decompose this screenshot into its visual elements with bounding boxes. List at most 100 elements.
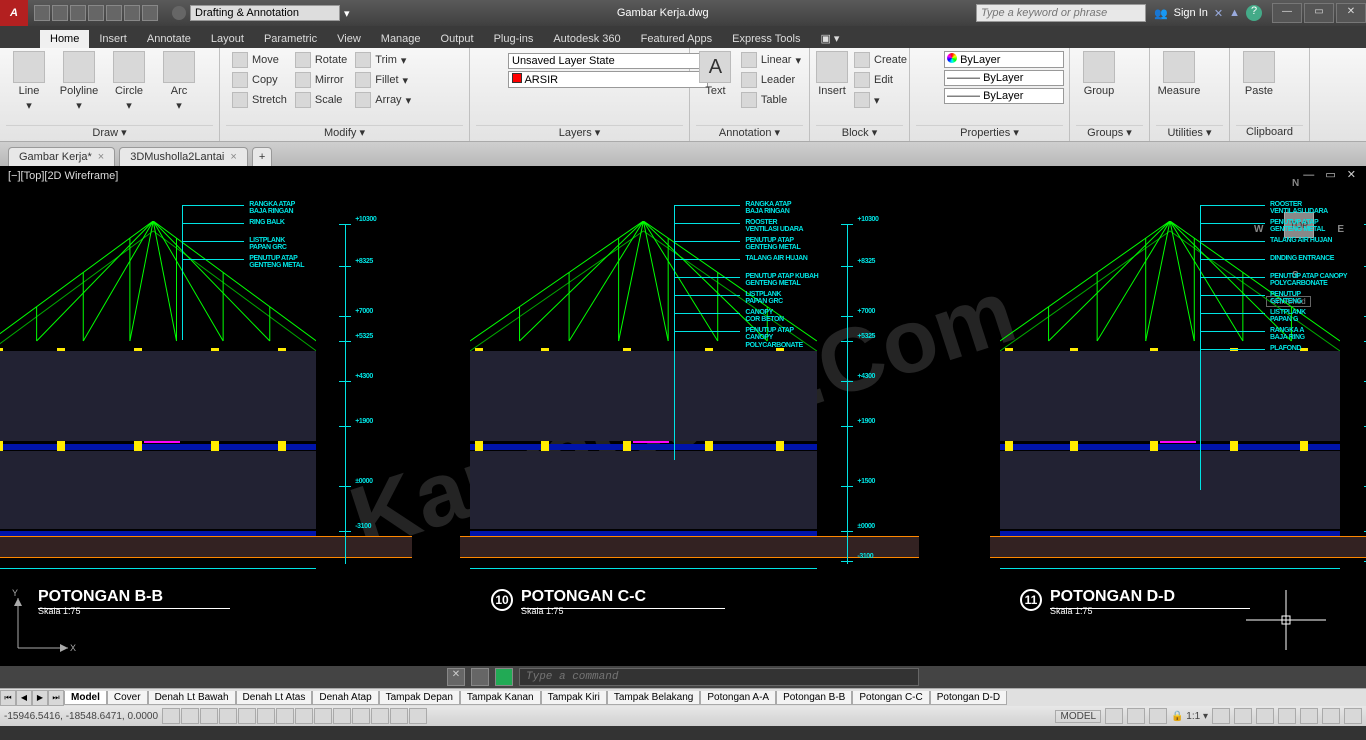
panel-annotation-label[interactable]: Annotation ▾ [696,125,803,141]
layout-potongan-c-c[interactable]: Potongan C-C [852,691,929,705]
circle-button[interactable]: Circle▾ [106,51,152,112]
group-button[interactable]: Group [1076,51,1122,97]
sr5-icon[interactable] [1234,708,1252,724]
sr6-icon[interactable] [1256,708,1274,724]
infocenter-search[interactable] [976,4,1146,22]
qat-redo-icon[interactable] [142,5,158,21]
panel-draw-label[interactable]: Draw ▾ [6,125,213,141]
qat-save-icon[interactable] [70,5,86,21]
linetype-select[interactable]: ——— ByLayer [944,88,1064,104]
snap-toggle[interactable] [162,708,180,724]
layout-model[interactable]: Model [64,691,107,705]
layout-first-button[interactable]: ⏮ [0,690,16,706]
layout-tampak-depan[interactable]: Tampak Depan [379,691,460,705]
layout-last-button[interactable]: ⏭ [48,690,64,706]
help-icon[interactable]: ? [1246,5,1262,21]
tab-plug-ins[interactable]: Plug-ins [484,30,544,48]
layout-tampak-kiri[interactable]: Tampak Kiri [541,691,607,705]
copy-button[interactable]: Copy [230,71,289,89]
layout-denah-atap[interactable]: Denah Atap [312,691,378,705]
qp-toggle[interactable] [371,708,389,724]
search-input[interactable] [976,4,1146,22]
viewport-controls[interactable]: [−][Top][2D Wireframe] [8,170,118,182]
measure-button[interactable]: Measure [1156,51,1202,97]
doctab-close-icon[interactable]: × [98,151,104,163]
qat-new-icon[interactable] [34,5,50,21]
layout-potongan-d-d[interactable]: Potongan D-D [930,691,1007,705]
lwt-toggle[interactable] [333,708,351,724]
layout-tampak-kanan[interactable]: Tampak Kanan [460,691,541,705]
command-input[interactable] [519,668,919,686]
trim-button[interactable]: Trim ▾ [353,51,413,69]
mirror-button[interactable]: Mirror [293,71,349,89]
color-select[interactable]: ByLayer [944,51,1064,68]
anno-scale[interactable]: 🔒 1:1 ▾ [1171,711,1208,722]
layout-prev-button[interactable]: ◀ [16,690,32,706]
space-label[interactable]: MODEL [1055,710,1101,723]
tab-output[interactable]: Output [431,30,484,48]
tab-express-tools[interactable]: Express Tools [722,30,810,48]
tab-annotate[interactable]: Annotate [137,30,201,48]
panel-groups-label[interactable]: Groups ▾ [1076,125,1143,141]
exchange-icon[interactable]: ✕ [1214,7,1223,20]
panel-block-label[interactable]: Block ▾ [816,125,903,141]
qat-undo-icon[interactable] [124,5,140,21]
layer-state-select[interactable]: Unsaved Layer State [508,53,708,69]
lineweight-select[interactable]: ——— ByLayer [944,70,1064,86]
tab-layout[interactable]: Layout [201,30,254,48]
drawing-viewport[interactable]: [−][Top][2D Wireframe] — ▭ ✕ N W E S TOP… [0,166,1366,666]
sr2-icon[interactable] [1127,708,1145,724]
tab-autodesk-360[interactable]: Autodesk 360 [543,30,630,48]
panel-modify-label[interactable]: Modify ▾ [226,125,463,141]
am-toggle[interactable] [409,708,427,724]
sr10-icon[interactable] [1344,708,1362,724]
stretch-button[interactable]: Stretch [230,91,289,109]
text-button[interactable]: AText [696,51,735,97]
layout-next-button[interactable]: ▶ [32,690,48,706]
doctab-close-icon[interactable]: × [230,151,236,163]
panel-clipboard-label[interactable]: Clipboard [1236,125,1303,141]
layout-denah-lt-atas[interactable]: Denah Lt Atas [236,691,313,705]
arc-button[interactable]: Arc▾ [156,51,202,112]
tab-featured-apps[interactable]: Featured Apps [631,30,723,48]
tab-insert[interactable]: Insert [89,30,137,48]
sr9-icon[interactable] [1322,708,1340,724]
maximize-button[interactable]: ▭ [1304,3,1334,23]
a360-icon[interactable]: ▲ [1229,7,1240,19]
scale-button[interactable]: Scale [293,91,349,109]
sr3-icon[interactable] [1149,708,1167,724]
tab-parametric[interactable]: Parametric [254,30,327,48]
grid-toggle[interactable] [181,708,199,724]
signin-area[interactable]: 👥 Sign In ✕ ▲ ? [1146,5,1270,21]
layout-tampak-belakang[interactable]: Tampak Belakang [607,691,701,705]
tab-view[interactable]: View [327,30,371,48]
doctab-new[interactable]: + [252,147,272,166]
otrack-toggle[interactable] [276,708,294,724]
layout-potongan-b-b[interactable]: Potongan B-B [776,691,852,705]
command-line[interactable]: ✕ [0,666,1366,688]
dyn-toggle[interactable] [314,708,332,724]
close-button[interactable]: ✕ [1336,3,1366,23]
tab-manage[interactable]: Manage [371,30,431,48]
qat-open-icon[interactable] [52,5,68,21]
rotate-button[interactable]: Rotate [293,51,349,69]
layer-props-icon[interactable] [476,51,504,79]
match-icon[interactable] [916,51,940,75]
doctab-1[interactable]: 3DMusholla2Lantai× [119,147,248,166]
polar-toggle[interactable] [219,708,237,724]
insert-button[interactable]: Insert [816,51,848,97]
sr4-icon[interactable] [1212,708,1230,724]
sc-toggle[interactable] [390,708,408,724]
polyline-button[interactable]: Polyline▾ [56,51,102,112]
table-button[interactable]: Table [739,91,803,109]
leader-button[interactable]: Leader [739,71,803,89]
layer-current-select[interactable]: ARSIR [508,71,708,88]
tab-home[interactable]: Home [40,30,89,48]
panel-properties-label[interactable]: Properties ▾ [916,125,1063,141]
cmd-options-icon[interactable] [471,668,489,686]
move-button[interactable]: Move [230,51,289,69]
panel-layers-label[interactable]: Layers ▾ [476,125,683,141]
panel-utilities-label[interactable]: Utilities ▾ [1156,125,1223,141]
sr8-icon[interactable] [1300,708,1318,724]
ribbon-overflow[interactable]: ▣ ▾ [810,29,849,48]
